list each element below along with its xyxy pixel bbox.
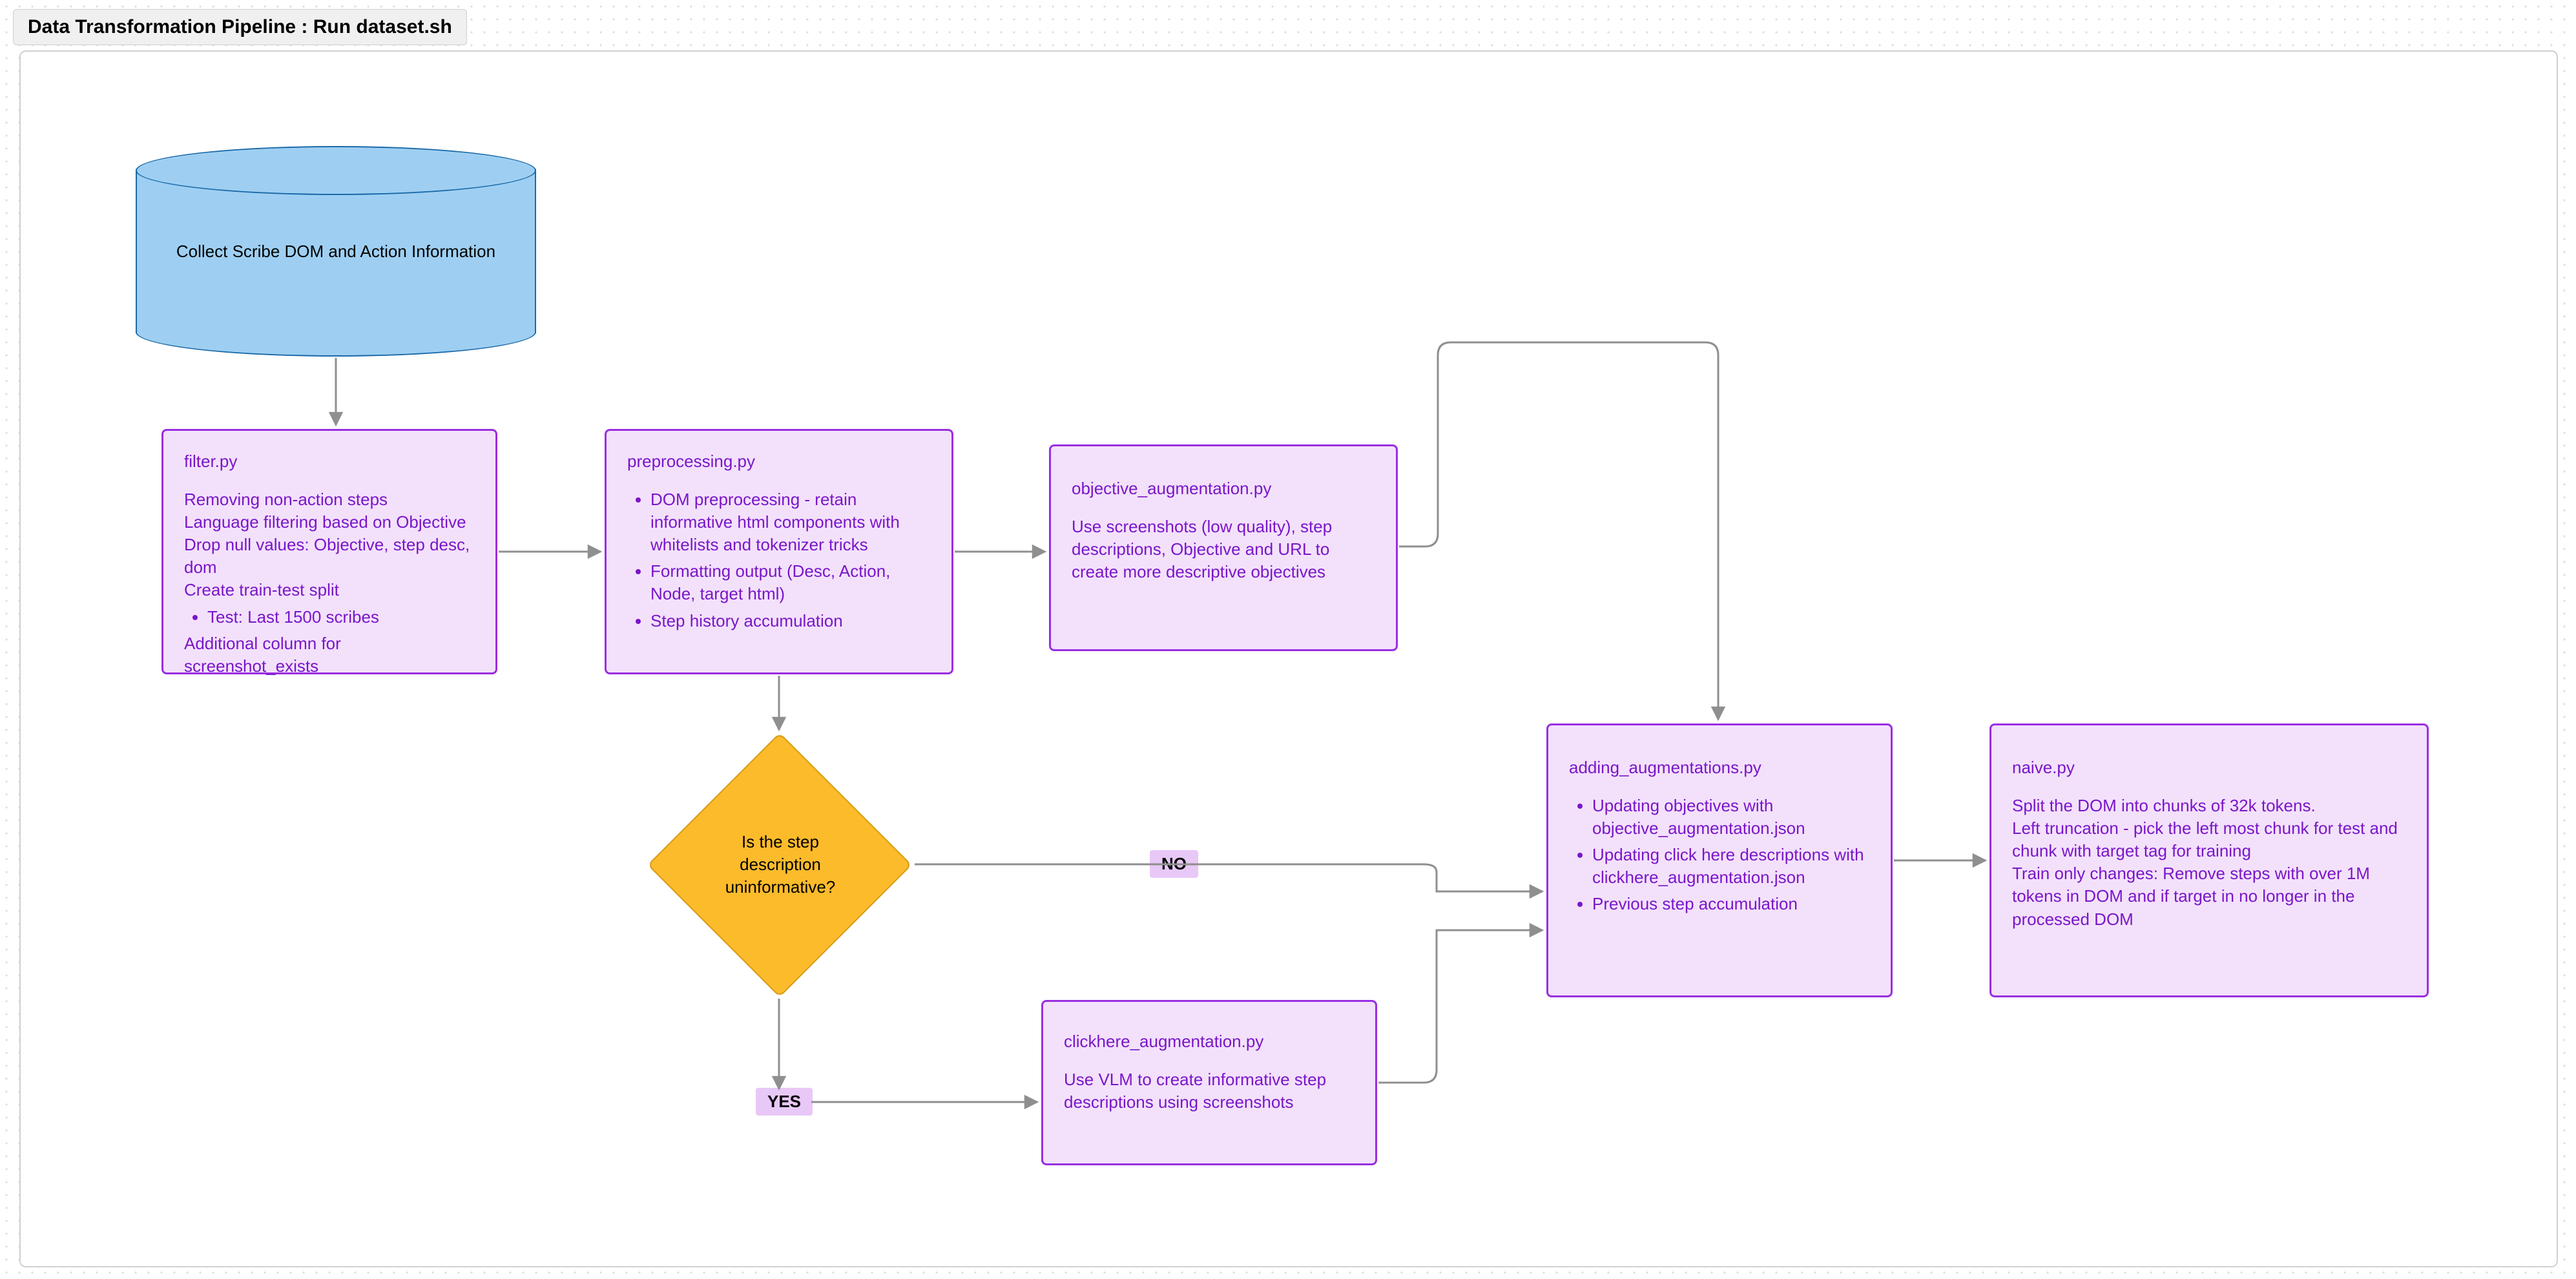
- decision-no-badge: NO: [1150, 850, 1198, 878]
- node-naive[interactable]: naive.py Split the DOM into chunks of 32…: [1989, 723, 2429, 997]
- node-bullet: Updating click here descriptions with cl…: [1592, 844, 1870, 889]
- datastore-label: Collect Scribe DOM and Action Informatio…: [176, 242, 495, 262]
- node-preprocessing[interactable]: preprocessing.py DOM preprocessing - ret…: [605, 429, 953, 674]
- node-title: naive.py: [2012, 756, 2406, 779]
- datastore-collect[interactable]: Collect Scribe DOM and Action Informatio…: [136, 146, 536, 357]
- node-filter[interactable]: filter.py Removing non-action steps Lang…: [161, 429, 497, 674]
- node-text: Use screenshots (low quality), step desc…: [1072, 515, 1375, 583]
- node-text: Language filtering based on Objective: [184, 511, 475, 534]
- node-title: clickhere_augmentation.py: [1064, 1030, 1355, 1053]
- node-title: adding_augmentations.py: [1569, 756, 1870, 779]
- node-bullet: Test: Last 1500 scribes: [207, 606, 475, 629]
- node-title: filter.py: [184, 450, 475, 473]
- node-objective-augmentation[interactable]: objective_augmentation.py Use screenshot…: [1049, 444, 1398, 651]
- node-title: objective_augmentation.py: [1072, 477, 1375, 500]
- node-text: Removing non-action steps: [184, 488, 475, 511]
- node-bullet: Formatting output (Desc, Action, Node, t…: [650, 560, 931, 605]
- node-text: Left truncation - pick the left most chu…: [2012, 817, 2406, 862]
- node-bullet: DOM preprocessing - retain informative h…: [650, 488, 931, 556]
- node-adding-augmentations[interactable]: adding_augmentations.py Updating objecti…: [1546, 723, 1893, 997]
- node-text: Train only changes: Remove steps with ov…: [2012, 862, 2406, 930]
- node-text: Split the DOM into chunks of 32k tokens.: [2012, 795, 2406, 817]
- node-clickhere-augmentation[interactable]: clickhere_augmentation.py Use VLM to cre…: [1041, 1000, 1377, 1165]
- node-bullet: Updating objectives with objective_augme…: [1592, 795, 1870, 840]
- node-title: preprocessing.py: [627, 450, 931, 473]
- decision-yes-badge: YES: [756, 1088, 813, 1116]
- node-text: Create train-test split: [184, 579, 475, 601]
- node-bullet: Step history accumulation: [650, 610, 931, 632]
- node-text: Use VLM to create informative step descr…: [1064, 1068, 1355, 1114]
- node-bullet: Previous step accumulation: [1592, 893, 1870, 915]
- node-text: Drop null values: Objective, step desc, …: [184, 534, 475, 579]
- diagram-title: Data Transformation Pipeline : Run datas…: [13, 9, 467, 45]
- node-text: Additional column for screenshot_exists: [184, 632, 475, 678]
- decision-label: Is the step description uninformative?: [696, 831, 864, 899]
